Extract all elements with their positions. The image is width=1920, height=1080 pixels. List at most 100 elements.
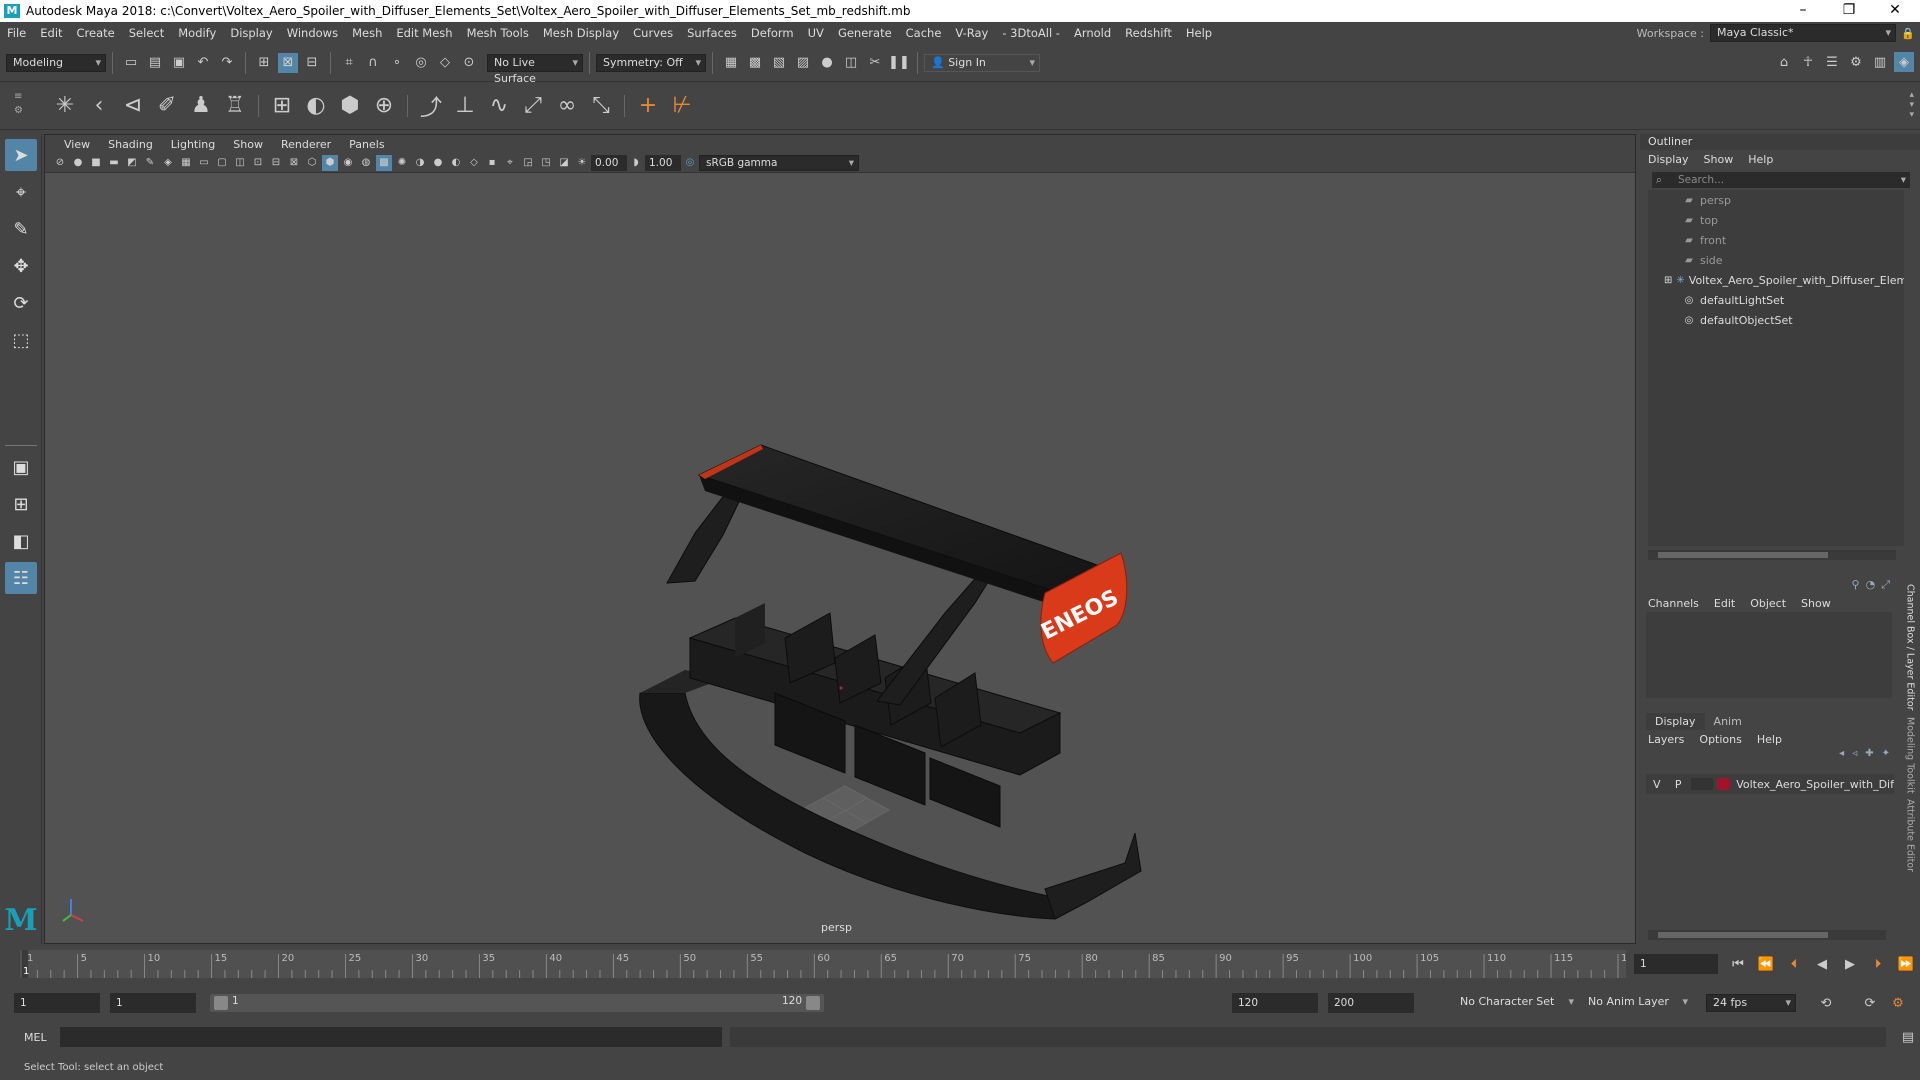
nonlinear-icon[interactable]: ⬢ [335,91,365,121]
wireframe-on-shaded-icon[interactable]: ◉ [340,155,356,171]
layer-hscrollbar[interactable] [1648,930,1886,940]
go-to-start-icon[interactable]: ⏮ [1728,954,1748,974]
menu-create[interactable]: Create [70,26,122,40]
resolution-gate-icon[interactable]: ▢ [214,155,230,171]
range-start-handle[interactable] [214,996,228,1010]
hypershade-icon[interactable]: ● [817,53,837,73]
command-language-label[interactable]: MEL [24,1031,60,1044]
backface-icon[interactable]: ◪ [556,155,572,171]
menu-display[interactable]: Display [223,26,279,40]
outliner-item-front[interactable]: ▰ front [1648,230,1904,250]
gamma-icon[interactable]: ◗ [628,155,644,171]
field-chart-icon[interactable]: ⊡ [250,155,266,171]
channel-menu-show[interactable]: Show [1801,597,1838,610]
outliner-menu-display[interactable]: Display [1648,153,1696,166]
scrollbar-thumb[interactable] [1658,932,1828,938]
redshift-render-icon[interactable]: ✂ [865,53,885,73]
live-surface-field[interactable]: No Live Surface [487,53,583,85]
select-camera-icon[interactable]: ⊘ [52,155,68,171]
viewport-panel[interactable]: View Shading Lighting Show Renderer Pane… [44,134,1636,944]
grease-pencil-icon[interactable]: ✎ [142,155,158,171]
scene-start-field[interactable]: 1 [14,993,100,1013]
outliner-menu-show[interactable]: Show [1704,153,1741,166]
cluster-icon[interactable]: ◐ [301,91,331,121]
tab-display[interactable]: Display [1646,712,1705,730]
menu-redshift[interactable]: Redshift [1118,26,1179,40]
pause-icon[interactable]: ❚❚ [888,53,910,73]
outliner-item-default-light-set[interactable]: ◎ defaultLightSet [1648,290,1904,310]
menu-mesh-display[interactable]: Mesh Display [536,26,626,40]
scene-end-field[interactable]: 200 [1328,993,1414,1013]
menu-help[interactable]: Help [1179,26,1219,40]
menu-mesh[interactable]: Mesh [345,26,389,40]
gamma-field[interactable]: 1.00 [645,154,681,171]
side-tab-modeling-toolkit[interactable]: Modeling Toolkit [1905,717,1916,794]
channel-menu-channels[interactable]: Channels [1648,597,1706,610]
gate-mask-icon[interactable]: ◫ [232,155,248,171]
menu-set-dropdown[interactable]: Modeling [6,53,106,72]
channel-menu-edit[interactable]: Edit [1714,597,1742,610]
viewport-menu-lighting[interactable]: Lighting [162,138,224,151]
menu-edit-mesh[interactable]: Edit Mesh [389,26,459,40]
minimize-button[interactable]: – [1780,0,1826,22]
render-settings-icon[interactable]: ▨ [793,53,813,73]
script-editor-icon[interactable]: ▤ [1898,1027,1918,1047]
scrollbar-thumb[interactable] [1658,552,1828,558]
menu-surfaces[interactable]: Surfaces [680,26,744,40]
menu-deform[interactable]: Deform [744,26,801,40]
motion-blur-icon[interactable]: ◐ [448,155,464,171]
layer-row[interactable]: V P Voltex_Aero_Spoiler_with_Diff [1646,774,1894,794]
two-d-pan-icon[interactable]: ◩ [124,155,140,171]
outliner-layout-icon[interactable]: ☷ [5,562,37,594]
redo-icon[interactable]: ↷ [217,53,237,73]
tab-anim[interactable]: Anim [1705,713,1751,730]
menu-uv[interactable]: UV [801,26,831,40]
quick-rig-icon[interactable]: ♟ [186,91,216,121]
use-lights-icon[interactable]: ✺ [394,155,410,171]
snap-point-icon[interactable]: ∘ [387,53,407,73]
bookmark-icon[interactable]: ■ [88,155,104,171]
outliner-item-persp[interactable]: ▰ persp [1648,190,1904,210]
joint-tool-icon[interactable]: ✳ [50,91,80,121]
paint-select-icon[interactable]: ✎ [5,213,37,245]
locator-icon[interactable]: + [633,91,663,121]
depth-of-field-icon[interactable]: ▪ [484,155,500,171]
outliner-item-spoiler-group[interactable]: ⊞ ✳ Voltex_Aero_Spoiler_with_Diffuser_Elem [1648,270,1904,290]
snap-surface-icon[interactable]: ◇ [435,53,455,73]
symmetry-dropdown[interactable]: Symmetry: Off [596,53,706,72]
channel-sync-icon[interactable]: ◔ [1866,578,1876,594]
menu-3dtoall[interactable]: - 3DtoAll - [995,26,1067,40]
menu-arnold[interactable]: Arnold [1067,26,1118,40]
command-input[interactable] [59,1027,722,1047]
squash-icon[interactable]: ⤢ [518,91,548,121]
render-sequence-icon[interactable]: ▩ [745,53,765,73]
tool-settings-icon[interactable]: ⚙ [1846,52,1866,72]
menu-select[interactable]: Select [122,26,171,40]
new-layer-selected-icon[interactable]: ✦ [1882,748,1890,766]
channel-tool-icon[interactable]: ⤢ [1881,578,1890,594]
wireframe-icon[interactable]: ⬡ [304,155,320,171]
character-controls-icon[interactable]: ☥ [1798,52,1818,72]
smooth-shade-icon[interactable]: ⬢ [322,154,338,171]
single-perspective-icon[interactable]: ▣ [5,451,37,483]
new-layer-icon[interactable]: ✚ [1865,748,1873,766]
anim-layer-dropdown[interactable]: No Anim Layer [1582,994,1692,1012]
menu-curves[interactable]: Curves [626,26,680,40]
viewport-menu-shading[interactable]: Shading [99,138,162,151]
grid-icon[interactable]: ▦ [178,155,194,171]
move-tool-icon[interactable]: ✥ [5,250,37,282]
viewport-menu-panels[interactable]: Panels [340,138,393,151]
step-forward-frame-icon[interactable]: ⏵ [1868,954,1888,974]
constraint-icon[interactable]: ⊬ [667,91,697,121]
scene-canvas[interactable]: ENEOS [45,173,1635,943]
open-scene-icon[interactable]: ▤ [145,53,165,73]
shelf-options-icon[interactable]: ≡ ⚙ [14,90,30,122]
preferences-icon[interactable]: ⚙ [1888,993,1908,1013]
auto-key-icon[interactable]: ⟳ [1860,993,1880,1013]
step-back-frame-icon[interactable]: ⏴ [1784,954,1804,974]
range-end-handle[interactable] [806,996,820,1010]
snap-curve-icon[interactable]: ∩ [363,53,383,73]
color-management-icon[interactable]: ◎ [682,155,698,171]
outliner-search-input[interactable]: ⌕ Search... ▾ [1652,172,1910,188]
exposure-icon[interactable]: ☀ [574,155,590,171]
